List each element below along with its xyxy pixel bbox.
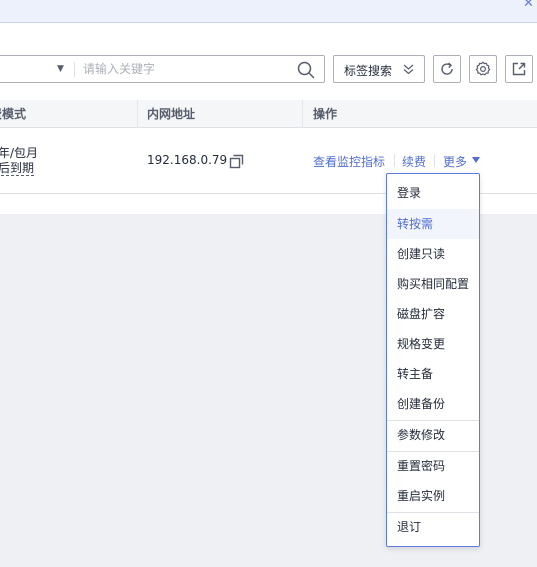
- notice-bar: ✕: [0, 0, 537, 23]
- more-dropdown-trigger[interactable]: 更多: [443, 153, 467, 170]
- settings-button[interactable]: [469, 55, 497, 83]
- caret-down-icon[interactable]: [472, 157, 480, 163]
- search-divider: [74, 62, 75, 77]
- search-icon[interactable]: [297, 61, 315, 79]
- gear-icon: [475, 61, 491, 76]
- menu-item-change-specs[interactable]: 规格变更: [387, 329, 479, 359]
- rds-instance-page: ✕ ▼ 标签搜索: [0, 0, 537, 567]
- expiry-status[interactable]: 天后到期: [0, 161, 35, 176]
- op-divider: [394, 154, 395, 167]
- column-divider: [302, 100, 303, 128]
- search-bar: ▼: [0, 55, 325, 83]
- menu-item-reset-password[interactable]: 重置密码: [387, 451, 479, 481]
- view-monitoring-link[interactable]: 查看监控指标: [313, 153, 385, 170]
- menu-item-login[interactable]: 登录: [387, 178, 479, 208]
- column-header-billing: 计费模式: [0, 107, 27, 121]
- tag-search-label: 标签搜索: [344, 64, 393, 78]
- billing-mode: 包年/包月: [0, 146, 39, 160]
- menu-item-to-on-demand[interactable]: 转按需: [387, 209, 479, 239]
- op-divider: [434, 154, 435, 167]
- refresh-icon: [441, 62, 453, 75]
- menu-item-create-backup[interactable]: 创建备份: [387, 389, 479, 419]
- chevron-down-icon[interactable]: ▼: [57, 64, 64, 74]
- menu-item-buy-same-config[interactable]: 购买相同配置: [387, 269, 479, 299]
- renew-link[interactable]: 续费: [402, 153, 426, 170]
- column-header-operation: 操作: [313, 107, 338, 121]
- export-icon: [512, 62, 526, 76]
- more-dropdown-menu: 登录 转按需 创建只读 购买相同配置 磁盘扩容 规格变更 转主备 创建备份 参数…: [386, 173, 480, 547]
- tag-search-button[interactable]: 标签搜索: [333, 55, 425, 83]
- menu-item-reboot-instance[interactable]: 重启实例: [387, 481, 479, 511]
- menu-item-create-read-replica[interactable]: 创建只读: [387, 239, 479, 269]
- menu-item-modify-parameters[interactable]: 参数修改: [387, 420, 479, 450]
- column-header-private-ip: 内网地址: [147, 107, 196, 121]
- refresh-button[interactable]: [433, 55, 461, 83]
- double-chevron-down-icon: [403, 64, 414, 75]
- menu-item-scale-storage[interactable]: 磁盘扩容: [387, 299, 479, 329]
- export-button[interactable]: [505, 55, 533, 83]
- table-header: 计费模式 内网地址 操作: [0, 100, 537, 128]
- close-icon[interactable]: ✕: [523, 0, 537, 11]
- menu-item-unsubscribe[interactable]: 退订: [387, 512, 479, 542]
- menu-item-to-primary-standby[interactable]: 转主备: [387, 359, 479, 389]
- copy-icon[interactable]: [229, 154, 244, 169]
- private-ip-value: 192.168.0.79: [147, 153, 228, 167]
- column-divider: [137, 100, 138, 128]
- search-input[interactable]: [83, 59, 283, 79]
